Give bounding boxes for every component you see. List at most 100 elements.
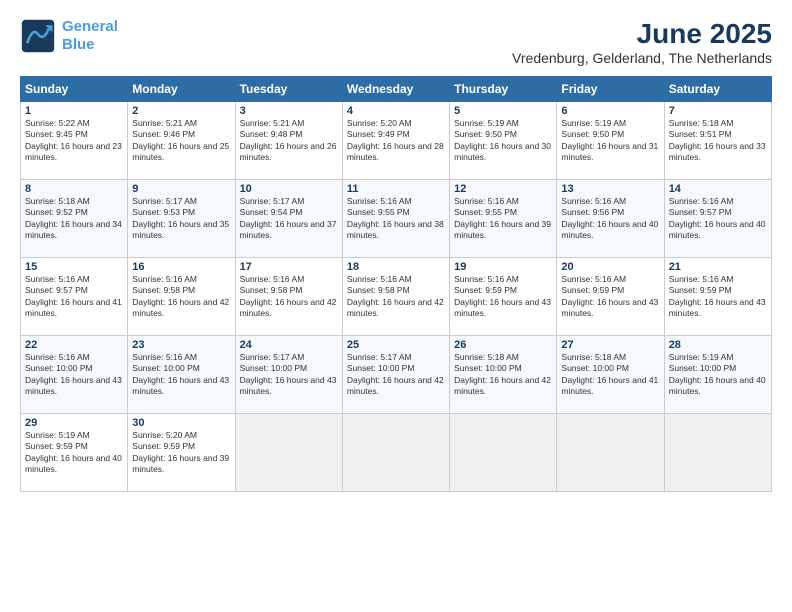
day-number: 4 [347,105,445,117]
calendar-cell: 26Sunrise: 5:18 AMSunset: 10:00 PMDaylig… [450,336,557,414]
day-number: 6 [561,105,659,117]
calendar-cell: 24Sunrise: 5:17 AMSunset: 10:00 PMDaylig… [235,336,342,414]
day-info: Sunrise: 5:18 AMSunset: 9:52 PMDaylight:… [25,196,123,242]
day-number: 28 [669,339,767,351]
day-number: 3 [240,105,338,117]
day-number: 17 [240,261,338,273]
logo: General Blue [20,18,118,54]
calendar-cell: 30Sunrise: 5:20 AMSunset: 9:59 PMDayligh… [128,414,235,492]
calendar-cell [342,414,449,492]
day-number: 14 [669,183,767,195]
calendar-cell [664,414,771,492]
calendar-table: SundayMondayTuesdayWednesdayThursdayFrid… [20,76,772,492]
calendar-cell: 1Sunrise: 5:22 AMSunset: 9:45 PMDaylight… [21,102,128,180]
calendar-cell: 4Sunrise: 5:20 AMSunset: 9:49 PMDaylight… [342,102,449,180]
calendar-cell: 22Sunrise: 5:16 AMSunset: 10:00 PMDaylig… [21,336,128,414]
day-number: 11 [347,183,445,195]
day-number: 12 [454,183,552,195]
day-header-saturday: Saturday [664,77,771,102]
calendar-cell: 12Sunrise: 5:16 AMSunset: 9:55 PMDayligh… [450,180,557,258]
day-number: 13 [561,183,659,195]
calendar-cell: 21Sunrise: 5:16 AMSunset: 9:59 PMDayligh… [664,258,771,336]
day-number: 22 [25,339,123,351]
calendar-cell: 8Sunrise: 5:18 AMSunset: 9:52 PMDaylight… [21,180,128,258]
page-header: General Blue June 2025 Vredenburg, Gelde… [20,18,772,66]
day-info: Sunrise: 5:16 AMSunset: 9:56 PMDaylight:… [561,196,659,242]
calendar-cell [557,414,664,492]
day-info: Sunrise: 5:19 AMSunset: 10:00 PMDaylight… [669,352,767,398]
calendar-cell: 16Sunrise: 5:16 AMSunset: 9:58 PMDayligh… [128,258,235,336]
day-number: 15 [25,261,123,273]
day-info: Sunrise: 5:17 AMSunset: 9:53 PMDaylight:… [132,196,230,242]
calendar-cell: 19Sunrise: 5:16 AMSunset: 9:59 PMDayligh… [450,258,557,336]
calendar-cell: 3Sunrise: 5:21 AMSunset: 9:48 PMDaylight… [235,102,342,180]
day-number: 23 [132,339,230,351]
calendar-cell: 29Sunrise: 5:19 AMSunset: 9:59 PMDayligh… [21,414,128,492]
day-info: Sunrise: 5:18 AMSunset: 10:00 PMDaylight… [454,352,552,398]
day-info: Sunrise: 5:16 AMSunset: 9:59 PMDaylight:… [669,274,767,320]
day-info: Sunrise: 5:19 AMSunset: 9:59 PMDaylight:… [25,430,123,476]
day-number: 20 [561,261,659,273]
calendar-cell: 15Sunrise: 5:16 AMSunset: 9:57 PMDayligh… [21,258,128,336]
day-number: 16 [132,261,230,273]
day-header-friday: Friday [557,77,664,102]
calendar-cell: 13Sunrise: 5:16 AMSunset: 9:56 PMDayligh… [557,180,664,258]
day-number: 25 [347,339,445,351]
day-info: Sunrise: 5:16 AMSunset: 9:55 PMDaylight:… [454,196,552,242]
calendar-cell: 17Sunrise: 5:16 AMSunset: 9:58 PMDayligh… [235,258,342,336]
calendar-week-row: 22Sunrise: 5:16 AMSunset: 10:00 PMDaylig… [21,336,772,414]
calendar-cell: 27Sunrise: 5:18 AMSunset: 10:00 PMDaylig… [557,336,664,414]
day-header-wednesday: Wednesday [342,77,449,102]
day-info: Sunrise: 5:17 AMSunset: 10:00 PMDaylight… [240,352,338,398]
day-info: Sunrise: 5:16 AMSunset: 9:55 PMDaylight:… [347,196,445,242]
day-number: 27 [561,339,659,351]
day-number: 29 [25,417,123,429]
day-number: 8 [25,183,123,195]
calendar-week-row: 29Sunrise: 5:19 AMSunset: 9:59 PMDayligh… [21,414,772,492]
calendar-cell: 11Sunrise: 5:16 AMSunset: 9:55 PMDayligh… [342,180,449,258]
day-header-tuesday: Tuesday [235,77,342,102]
day-number: 1 [25,105,123,117]
calendar-cell [235,414,342,492]
calendar-cell: 6Sunrise: 5:19 AMSunset: 9:50 PMDaylight… [557,102,664,180]
day-number: 9 [132,183,230,195]
day-number: 30 [132,417,230,429]
calendar-cell [450,414,557,492]
day-info: Sunrise: 5:22 AMSunset: 9:45 PMDaylight:… [25,118,123,164]
day-number: 5 [454,105,552,117]
day-number: 10 [240,183,338,195]
day-header-monday: Monday [128,77,235,102]
calendar-header-row: SundayMondayTuesdayWednesdayThursdayFrid… [21,77,772,102]
calendar-cell: 9Sunrise: 5:17 AMSunset: 9:53 PMDaylight… [128,180,235,258]
day-info: Sunrise: 5:16 AMSunset: 9:58 PMDaylight:… [347,274,445,320]
day-info: Sunrise: 5:19 AMSunset: 9:50 PMDaylight:… [561,118,659,164]
day-info: Sunrise: 5:16 AMSunset: 9:58 PMDaylight:… [132,274,230,320]
day-number: 2 [132,105,230,117]
day-info: Sunrise: 5:21 AMSunset: 9:46 PMDaylight:… [132,118,230,164]
day-number: 26 [454,339,552,351]
day-number: 18 [347,261,445,273]
logo-icon [20,18,56,54]
day-info: Sunrise: 5:19 AMSunset: 9:50 PMDaylight:… [454,118,552,164]
location-subtitle: Vredenburg, Gelderland, The Netherlands [512,50,772,66]
day-info: Sunrise: 5:16 AMSunset: 9:57 PMDaylight:… [25,274,123,320]
day-info: Sunrise: 5:16 AMSunset: 9:59 PMDaylight:… [454,274,552,320]
day-info: Sunrise: 5:18 AMSunset: 10:00 PMDaylight… [561,352,659,398]
calendar-cell: 23Sunrise: 5:16 AMSunset: 10:00 PMDaylig… [128,336,235,414]
day-number: 21 [669,261,767,273]
day-info: Sunrise: 5:21 AMSunset: 9:48 PMDaylight:… [240,118,338,164]
day-info: Sunrise: 5:17 AMSunset: 9:54 PMDaylight:… [240,196,338,242]
calendar-cell: 7Sunrise: 5:18 AMSunset: 9:51 PMDaylight… [664,102,771,180]
calendar-cell: 20Sunrise: 5:16 AMSunset: 9:59 PMDayligh… [557,258,664,336]
day-info: Sunrise: 5:20 AMSunset: 9:59 PMDaylight:… [132,430,230,476]
day-info: Sunrise: 5:18 AMSunset: 9:51 PMDaylight:… [669,118,767,164]
day-info: Sunrise: 5:16 AMSunset: 10:00 PMDaylight… [25,352,123,398]
calendar-cell: 28Sunrise: 5:19 AMSunset: 10:00 PMDaylig… [664,336,771,414]
calendar-week-row: 8Sunrise: 5:18 AMSunset: 9:52 PMDaylight… [21,180,772,258]
calendar-cell: 18Sunrise: 5:16 AMSunset: 9:58 PMDayligh… [342,258,449,336]
day-info: Sunrise: 5:20 AMSunset: 9:49 PMDaylight:… [347,118,445,164]
month-title: June 2025 [512,18,772,50]
calendar-cell: 5Sunrise: 5:19 AMSunset: 9:50 PMDaylight… [450,102,557,180]
calendar-cell: 2Sunrise: 5:21 AMSunset: 9:46 PMDaylight… [128,102,235,180]
day-header-thursday: Thursday [450,77,557,102]
